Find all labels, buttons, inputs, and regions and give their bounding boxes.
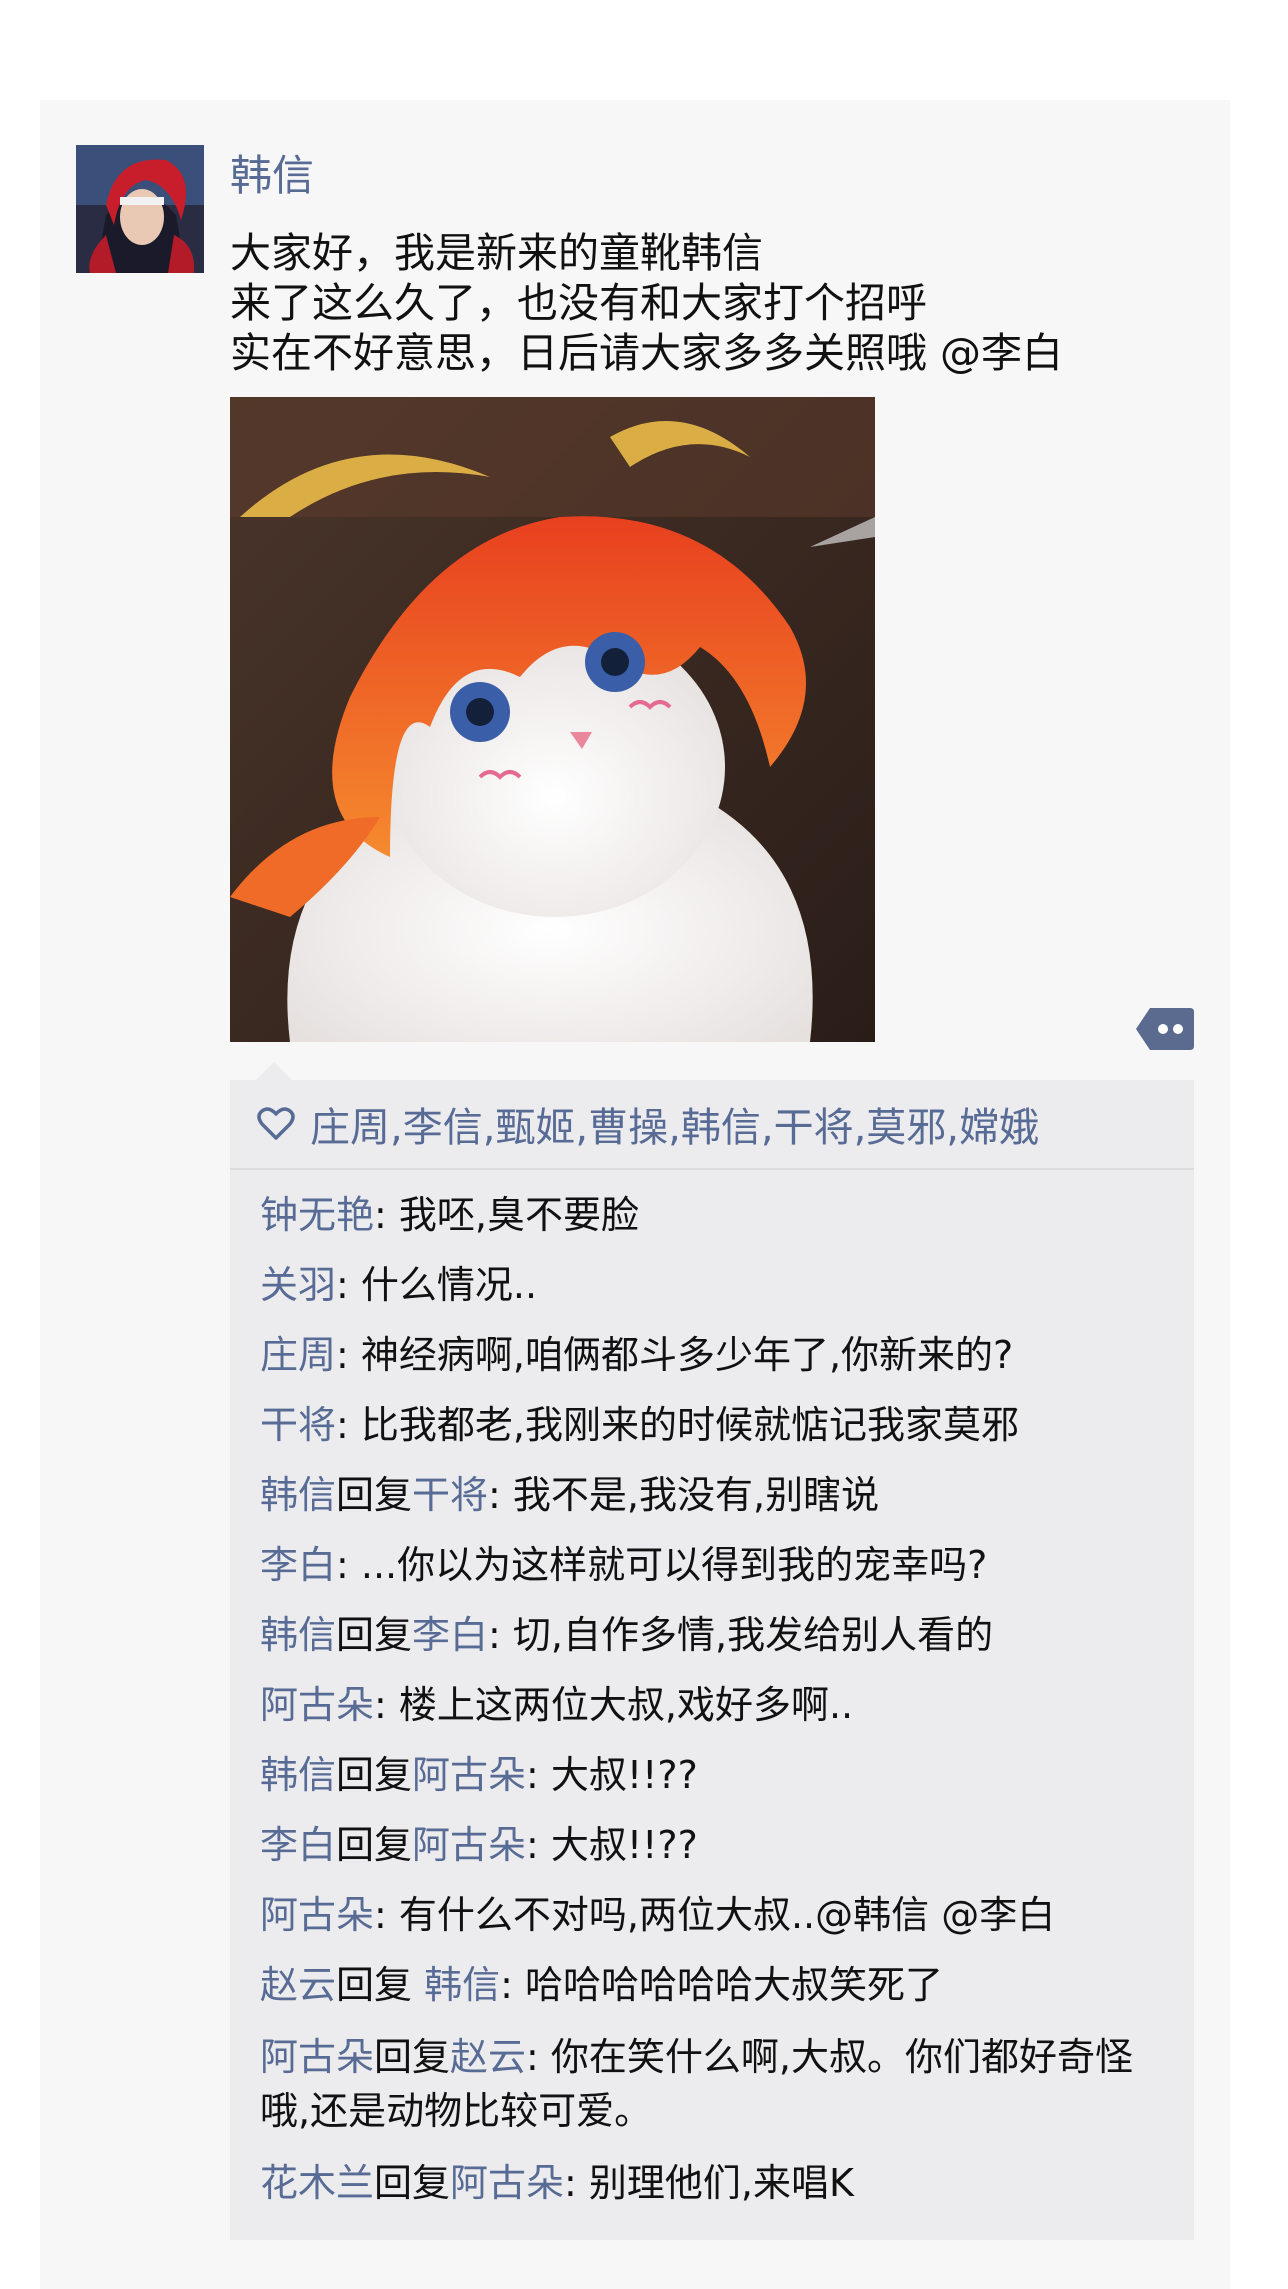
comment-text: : 大叔!!?? xyxy=(526,1823,698,1867)
comment-reply-target[interactable]: 赵云 xyxy=(450,2035,526,2079)
comment-text: : 哈哈哈哈哈哈大叔笑死了 xyxy=(500,1963,944,2007)
comment-item[interactable]: 李白: ...你以为这样就可以得到我的宠幸吗? xyxy=(260,1540,1180,1590)
comment-more-icon xyxy=(1136,1008,1194,1050)
post-text-line: 实在不好意思，日后请大家多多关照哦 @李白 xyxy=(230,329,1064,377)
comment-more-button[interactable] xyxy=(1136,1008,1194,1050)
comment-item[interactable]: 赵云回复 韩信: 哈哈哈哈哈哈大叔笑死了 xyxy=(260,1960,1180,2010)
reply-word: 回复 xyxy=(336,1963,425,2007)
comment-text: : 有什么不对吗,两位大叔..@韩信 @李白 xyxy=(374,1893,1056,1937)
post-photo[interactable] xyxy=(230,397,875,1042)
comment-author[interactable]: 李白 xyxy=(260,1543,336,1587)
comment-text: : 楼上这两位大叔,戏好多啊.. xyxy=(374,1683,854,1727)
comment-item[interactable]: 阿古朵: 楼上这两位大叔,戏好多啊.. xyxy=(260,1680,1180,1730)
reply-word: 回复 xyxy=(336,1473,413,1517)
comment-item[interactable]: 阿古朵: 有什么不对吗,两位大叔..@韩信 @李白 xyxy=(260,1890,1180,1940)
comment-item[interactable]: 李白回复阿古朵: 大叔!!?? xyxy=(260,1820,1180,1870)
comment-list: 钟无艳: 我呸,臭不要脸 关羽: 什么情况.. 庄周: 神经病啊,咱俩都斗多少年了,… xyxy=(260,1190,1180,2228)
cat-photo-image xyxy=(230,397,875,1042)
likes-row: 庄周,李信,甄姬,曹操,韩信,干将,莫邪,嫦娥 xyxy=(230,1080,1194,1170)
comment-text: : ...你以为这样就可以得到我的宠幸吗? xyxy=(336,1543,988,1587)
comment-reply-target[interactable]: 阿古朵 xyxy=(412,1753,526,1797)
comment-author[interactable]: 韩信 xyxy=(260,1753,336,1797)
post-text-line: 大家好，我是新来的童靴韩信 xyxy=(230,229,763,277)
avatar-image xyxy=(76,145,204,273)
comment-author[interactable]: 韩信 xyxy=(260,1613,336,1657)
comment-author[interactable]: 庄周 xyxy=(260,1333,336,1377)
heart-outline-icon xyxy=(257,1107,295,1140)
comment-reply-target[interactable]: 阿古朵 xyxy=(450,2161,564,2205)
comment-author[interactable]: 赵云 xyxy=(260,1963,336,2007)
reply-word: 回复 xyxy=(374,2035,451,2079)
comment-item[interactable]: 花木兰回复阿古朵: 别理他们,来唱K xyxy=(260,2158,1180,2208)
comment-reply-target[interactable]: 阿古朵 xyxy=(412,1823,526,1867)
comment-author[interactable]: 阿古朵 xyxy=(260,2035,374,2079)
comment-text: : 切,自作多情,我发给别人看的 xyxy=(488,1613,994,1657)
comment-item[interactable]: 钟无艳: 我呸,臭不要脸 xyxy=(260,1190,1180,1240)
comment-text: : 我不是,我没有,别瞎说 xyxy=(488,1473,880,1517)
comment-text: : 什么情况.. xyxy=(336,1263,538,1307)
comment-reply-target[interactable]: 韩信 xyxy=(424,1963,500,2007)
comment-author[interactable]: 李白 xyxy=(260,1823,336,1867)
comment-author[interactable]: 阿古朵 xyxy=(260,1683,374,1727)
comment-text: : 我呸,臭不要脸 xyxy=(374,1193,639,1237)
comment-item[interactable]: 韩信回复干将: 我不是,我没有,别瞎说 xyxy=(260,1470,1180,1520)
comment-item[interactable]: 干将: 比我都老,我刚来的时候就惦记我家莫邪 xyxy=(260,1400,1180,1450)
comment-text: : 大叔!!?? xyxy=(526,1753,698,1797)
comment-item[interactable]: 韩信回复阿古朵: 大叔!!?? xyxy=(260,1750,1180,1800)
comment-text: : 比我都老,我刚来的时候就惦记我家莫邪 xyxy=(336,1403,1019,1447)
comment-author[interactable]: 花木兰 xyxy=(260,2161,374,2205)
comment-item[interactable]: 庄周: 神经病啊,咱俩都斗多少年了,你新来的? xyxy=(260,1330,1180,1380)
post-text-line: 来了这么久了，也没有和大家打个招呼 xyxy=(230,279,927,327)
post-text: 大家好，我是新来的童靴韩信 来了这么久了，也没有和大家打个招呼 实在不好意思，日… xyxy=(230,228,1063,378)
reply-word: 回复 xyxy=(336,1753,413,1797)
reply-word: 回复 xyxy=(336,1823,413,1867)
comment-reply-target[interactable]: 李白 xyxy=(412,1613,488,1657)
comment-author[interactable]: 关羽 xyxy=(260,1263,336,1307)
author-avatar[interactable] xyxy=(76,145,204,273)
comment-author[interactable]: 韩信 xyxy=(260,1473,336,1517)
comment-author[interactable]: 干将 xyxy=(260,1403,336,1447)
comment-reply-target[interactable]: 干将 xyxy=(412,1473,488,1517)
reply-word: 回复 xyxy=(336,1613,413,1657)
comment-item[interactable]: 阿古朵回复赵云: 你在笑什么啊,大叔。你们都好奇怪哦,还是动物比较可爱。 xyxy=(260,2030,1180,2138)
comment-text: : 别理他们,来唱K xyxy=(564,2161,854,2205)
comment-author[interactable]: 钟无艳 xyxy=(260,1193,374,1237)
comment-item[interactable]: 韩信回复李白: 切,自作多情,我发给别人看的 xyxy=(260,1610,1180,1660)
comment-item[interactable]: 关羽: 什么情况.. xyxy=(260,1260,1180,1310)
reply-word: 回复 xyxy=(374,2161,451,2205)
comment-author[interactable]: 阿古朵 xyxy=(260,1893,374,1937)
comment-text: : 神经病啊,咱俩都斗多少年了,你新来的? xyxy=(336,1333,1014,1377)
post-author-name[interactable]: 韩信 xyxy=(230,148,314,204)
likes-comments-panel: 庄周,李信,甄姬,曹操,韩信,干将,莫邪,嫦娥 钟无艳: 我呸,臭不要脸 关羽: … xyxy=(230,1062,1194,2240)
likes-names[interactable]: 庄周,李信,甄姬,曹操,韩信,干将,莫邪,嫦娥 xyxy=(310,1095,1039,1153)
